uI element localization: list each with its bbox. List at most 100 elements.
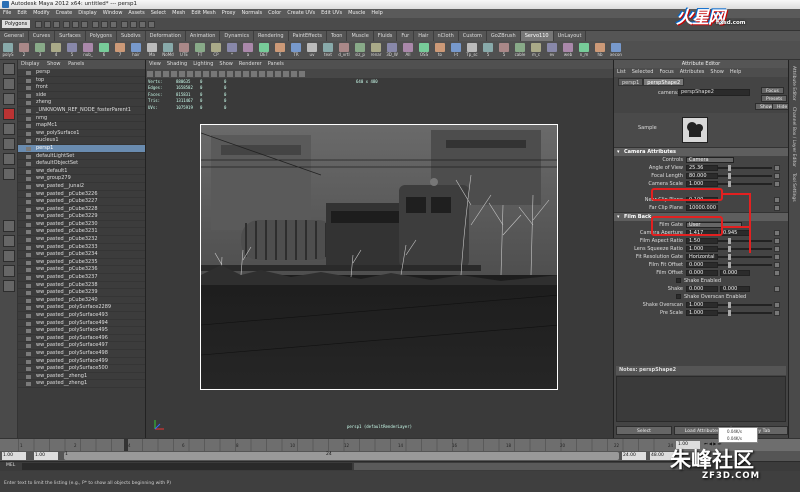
outliner-item[interactable]: ww_pasted__pCube3237 [18,274,145,282]
shelf-tool-icon[interactable]: xecon [609,42,623,59]
shelf-tool-icon[interactable]: 3 [33,42,47,59]
resolution-gate-icon[interactable] [195,70,201,77]
attr-tab-perspshape2[interactable]: perspShape2 [643,78,685,86]
outliner-item[interactable]: ww_pasted__polySurface497 [18,342,145,350]
attribute-value-field-2[interactable]: 0.000 [720,286,750,292]
map-button[interactable] [774,181,780,187]
shelf-tool-icon[interactable]: 6 [273,42,287,59]
menu-edit[interactable]: Edit [17,10,27,16]
shelf-tool-icon[interactable]: FT [193,42,207,59]
outliner-item[interactable]: ww_pasted__pCube3227 [18,198,145,206]
menu-normals[interactable]: Normals [241,10,262,16]
new-scene-icon[interactable] [34,21,42,28]
menu-window[interactable]: Window [103,10,123,16]
shelf-tool-icon[interactable]: renar [369,42,383,59]
outliner-item[interactable]: top [18,77,145,85]
outliner-item[interactable]: ww_pasted__polySurface495 [18,327,145,335]
shelf-tool-icon[interactable]: to [433,42,447,59]
outliner-item[interactable]: ww_pasted__pCube3239 [18,289,145,297]
shelf-tab-dynamics[interactable]: Dynamics [220,31,255,41]
viewport-menu-view[interactable]: View [149,61,161,67]
scale-tool-icon[interactable] [2,138,15,150]
render-icon[interactable] [129,21,137,28]
menu-muscle[interactable]: Muscle [348,10,365,16]
shelf-tool-icon[interactable]: polyS [1,42,15,59]
range-end-field[interactable]: 24.00 [622,452,646,460]
side-tab-3[interactable]: Tool Settings [791,173,796,202]
textured-icon[interactable] [259,70,265,77]
attribute-slider[interactable] [718,254,772,260]
shelf-tool-icon[interactable]: Ma [145,42,159,59]
shelf-tab-painteffects[interactable]: PaintEffects [289,31,327,41]
shelf-tool-icon[interactable]: text [321,42,335,59]
map-button[interactable] [774,165,780,171]
layout-side-icon[interactable] [2,250,15,262]
layout-single-icon[interactable] [2,220,15,232]
shelf-tool-icon[interactable]: nub_ [81,42,95,59]
shelf-tool-icon[interactable]: web [561,42,575,59]
attr-menu-attributes[interactable]: Attributes [680,69,705,75]
attr-menu-focus[interactable]: Focus [659,69,673,75]
manipulator-tool-icon[interactable] [2,153,15,165]
outliner-item[interactable]: _UNKNOWN_REF_NODE_fosterParent1 [18,107,145,115]
select-camera-icon[interactable] [147,70,153,77]
render-settings-icon[interactable] [147,21,155,28]
attribute-slider[interactable] [718,246,772,252]
shelf-tool-icon[interactable]: TR [289,42,303,59]
map-button[interactable] [774,270,780,276]
select-object-icon[interactable] [72,21,80,28]
map-button[interactable] [774,238,780,244]
outliner-item[interactable]: ww_pasted__pCube3228 [18,206,145,214]
outliner-item[interactable]: ww_group279 [18,175,145,183]
outliner-item[interactable]: front [18,84,145,92]
shelf-tool-icon[interactable]: siz_p [353,42,367,59]
viewport-menu-lighting[interactable]: Lighting [193,61,213,67]
shelf-tab-subdivs[interactable]: Subdivs [117,31,146,41]
outliner-item[interactable]: ww_pasted__polySurface498 [18,350,145,358]
menu-display[interactable]: Display [78,10,96,16]
menu-edit-uvs[interactable]: Edit UVs [321,10,342,16]
history-icon[interactable] [120,21,128,28]
image-plane-icon[interactable] [171,70,177,77]
snap-grid-icon[interactable] [92,21,100,28]
grid-icon[interactable] [179,70,185,77]
camera-attributes-section[interactable]: Camera Attributes [614,147,788,157]
outliner-menu-show[interactable]: Show [47,61,61,67]
notes-field[interactable] [616,376,786,422]
outliner-item[interactable]: ww_pasted__pCube3235 [18,259,145,267]
attr-menu-show[interactable]: Show [710,69,724,75]
shelf-tool-icon[interactable]: hb [593,42,607,59]
outliner-item[interactable]: ww_pasted__pCube3230 [18,221,145,229]
attribute-value-field[interactable]: 80.000 [686,173,718,179]
outliner-item[interactable]: mapMc1 [18,122,145,130]
side-tab-1[interactable]: Attribute Editor [791,66,796,101]
shelf-tab-curves[interactable]: Curves [29,31,56,41]
snap-curve-icon[interactable] [101,21,109,28]
range-start-field[interactable]: 1.00 [2,452,26,460]
focus-button[interactable]: Focus [761,87,784,94]
outliner-item[interactable]: ww_pasted__pCube3240 [18,297,145,305]
menu-proxy[interactable]: Proxy [222,10,236,16]
hq-render-icon[interactable] [299,70,305,77]
shelf-tab-fur[interactable]: Fur [397,31,415,41]
attribute-value-field[interactable]: 1.50 [686,238,718,244]
shadows-icon[interactable] [275,70,281,77]
attribute-value-field-2[interactable]: 0.945 [720,230,750,236]
select-component-icon[interactable] [81,21,89,28]
lasso-tool-icon[interactable] [2,78,15,90]
shelf-tab-gozbrush[interactable]: GoZBrush [487,31,521,41]
shelf-tab-deformation[interactable]: Deformation [146,31,186,41]
shelf-tool-icon[interactable]: n_m [577,42,591,59]
shelf-tab-general[interactable]: General [0,31,29,41]
attribute-slider[interactable] [718,173,772,179]
layout-outliner-icon[interactable] [2,265,15,277]
shelf-tool-icon[interactable]: cable [513,42,527,59]
outliner-item[interactable]: ww_pasted__polySurface493 [18,312,145,320]
outliner-item[interactable]: ww_pasted__pCube3226 [18,191,145,199]
shelf-tool-icon[interactable]: 7 [113,42,127,59]
shelf-tool-icon[interactable]: CP [209,42,223,59]
attribute-slider[interactable] [718,238,772,244]
range-inner-start-field[interactable]: 1.00 [34,452,58,460]
menu-edit-mesh[interactable]: Edit Mesh [191,10,215,16]
xray-icon[interactable] [283,70,289,77]
